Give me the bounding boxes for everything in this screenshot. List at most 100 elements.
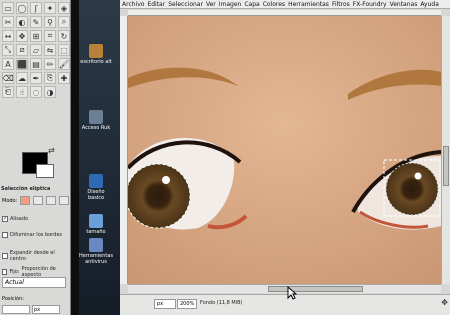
horizontal-scroll-thumb[interactable]	[268, 286, 363, 292]
foreground-select-tool-icon[interactable]: ◐	[16, 16, 28, 28]
align-tool-icon[interactable]: ⊞	[30, 30, 42, 42]
text-tool-icon[interactable]: A	[2, 58, 14, 70]
aspect-current-field[interactable]: Actual	[2, 277, 66, 288]
eraser-tool-icon[interactable]: ⌫	[2, 72, 14, 84]
blur-tool-icon[interactable]: ◌	[30, 86, 42, 98]
mode-intersect-button[interactable]	[59, 196, 70, 205]
smudge-tool-icon[interactable]: ☝	[16, 86, 28, 98]
desktop-icon-label: Herramientas antivirus	[79, 253, 114, 265]
shear-tool-icon[interactable]: ⧄	[16, 44, 28, 56]
color-picker-tool-icon[interactable]: ⚲	[44, 16, 56, 28]
desktop-icon[interactable]: escritorio alt	[79, 44, 113, 65]
vertical-scroll-thumb[interactable]	[443, 146, 449, 186]
menu-item[interactable]: Herramientas	[288, 1, 329, 8]
expand-checkbox[interactable]: Expandir desde el centro	[2, 250, 70, 262]
mode-label: Modo:	[2, 197, 18, 204]
flip-tool-icon[interactable]: ⇋	[44, 44, 56, 56]
desktop-icon[interactable]: tamaño	[79, 214, 113, 235]
right-eye-highlight	[414, 172, 422, 180]
rect-select-tool-icon[interactable]: ▭	[2, 2, 14, 14]
fuzzy-select-tool-icon[interactable]: ✦	[44, 2, 56, 14]
desktop-icon[interactable]: Herramientas antivirus	[79, 238, 113, 265]
desktop-edge	[71, 0, 79, 315]
checkbox-icon	[2, 269, 8, 275]
position-fields: px	[2, 305, 60, 314]
menu-item[interactable]: Archivo	[122, 1, 144, 8]
left-eye-highlight	[162, 176, 170, 184]
menu-item[interactable]: Editar	[147, 1, 165, 8]
scale-tool-icon[interactable]: ⤡	[2, 44, 14, 56]
menu-item[interactable]: Seleccionar	[168, 1, 203, 8]
zoom-select[interactable]: 200%	[177, 299, 197, 309]
crop-tool-icon[interactable]: ⌗	[44, 30, 56, 42]
menu-item[interactable]: Ayuda	[420, 1, 439, 8]
position-label: Posición:	[2, 296, 24, 302]
face-image	[128, 16, 441, 284]
dodge-burn-tool-icon[interactable]: ◑	[44, 86, 56, 98]
free-select-tool-icon[interactable]: ʃ	[30, 2, 42, 14]
tool-grid: ▭ ◯ ʃ ✦ ◈ ✂ ◐ ✎ ⚲ ⌕ ↔ ✥ ⊞ ⌗ ↻ ⤡ ⧄ ▱ ⇋ ⬚ A ⬛ ▤ ✏ 🖌 ⌫ ☁ ✒ ⎘ ✚ ⎗ ☝ ◌ ◑	[2, 2, 70, 98]
menu-bar: Archivo Editar Seleccionar Ver Imagen Capa Col…	[120, 0, 450, 9]
clone-tool-icon[interactable]: ⎘	[44, 72, 56, 84]
menu-item[interactable]: Imagen	[219, 1, 242, 8]
perspective-clone-tool-icon[interactable]: ⎗	[2, 86, 14, 98]
mode-row: Modo:	[2, 196, 70, 205]
desktop-file-icon	[89, 110, 103, 124]
checkbox-checked-icon: ✓	[2, 216, 8, 222]
rotate-tool-icon[interactable]: ↻	[58, 30, 70, 42]
background-color[interactable]	[36, 164, 54, 178]
pencil-tool-icon[interactable]: ✏	[44, 58, 56, 70]
desktop-icon-label: escritorio alt	[80, 59, 112, 65]
paths-tool-icon[interactable]: ✎	[30, 16, 42, 28]
image-canvas[interactable]	[128, 16, 441, 284]
ink-tool-icon[interactable]: ✒	[30, 72, 42, 84]
menu-item[interactable]: Filtros	[332, 1, 350, 8]
scissors-tool-icon[interactable]: ✂	[2, 16, 14, 28]
zoom-tool-icon[interactable]: ⌕	[58, 16, 70, 28]
cage-tool-icon[interactable]: ⬚	[58, 44, 70, 56]
feather-label: Difuminar los bordes	[10, 232, 63, 238]
menu-item[interactable]: Ver	[206, 1, 216, 8]
measure-tool-icon[interactable]: ↔	[2, 30, 14, 42]
heal-tool-icon[interactable]: ✚	[58, 72, 70, 84]
vertical-scrollbar[interactable]	[441, 16, 450, 284]
fixed-label: Fijo:	[9, 269, 20, 275]
feather-checkbox[interactable]: Difuminar los bordes	[2, 232, 62, 238]
desktop-icon[interactable]: Diseño basico	[79, 174, 113, 201]
ellipse-select-tool-icon[interactable]: ◯	[16, 2, 28, 14]
menu-item[interactable]: Colores	[263, 1, 285, 8]
paintbrush-tool-icon[interactable]: 🖌	[58, 58, 70, 70]
swap-colors-icon[interactable]: ⇄	[48, 146, 55, 155]
mode-add-button[interactable]	[33, 196, 44, 205]
desktop-icon[interactable]: Acceso Ruk	[79, 110, 113, 131]
horizontal-scrollbar[interactable]	[128, 284, 441, 293]
desktop-file-icon	[89, 214, 103, 228]
move-tool-icon[interactable]: ✥	[16, 30, 28, 42]
expand-label: Expandir desde el centro	[9, 250, 55, 262]
mode-replace-button[interactable]	[20, 196, 31, 205]
desktop-icon-label: Acceso Ruk	[81, 125, 111, 131]
position-x-field[interactable]	[2, 305, 30, 314]
menu-item[interactable]: Capa	[244, 1, 259, 8]
perspective-tool-icon[interactable]: ▱	[30, 44, 42, 56]
vertical-ruler	[120, 16, 128, 284]
color-swatches: ⇄	[8, 140, 58, 180]
unit-select[interactable]: px	[154, 299, 176, 309]
toolbox: ▭ ◯ ʃ ✦ ◈ ✂ ◐ ✎ ⚲ ⌕ ↔ ✥ ⊞ ⌗ ↻ ⤡ ⧄ ▱ ⇋ ⬚ A ⬛ ▤ ✏ 🖌 ⌫ ☁ ✒ ⎘ ✚ ⎗ ☝ ◌ ◑ ⇄ Sel…	[0, 0, 71, 315]
menu-item[interactable]: FX-Foundry	[353, 1, 387, 8]
blend-tool-icon[interactable]: ▤	[30, 58, 42, 70]
airbrush-tool-icon[interactable]: ☁	[16, 72, 28, 84]
mode-subtract-button[interactable]	[46, 196, 57, 205]
tool-options-title: Selección elíptica	[1, 186, 51, 192]
position-unit-select[interactable]: px	[32, 305, 60, 314]
antialias-checkbox[interactable]: ✓ Alisado	[2, 216, 28, 222]
status-bar: px 200% Fondo (11,8 MiB) ✥	[120, 294, 450, 315]
color-select-tool-icon[interactable]: ◈	[58, 2, 70, 14]
desktop-background: escritorio alt Acceso Ruk Diseño basico tam…	[71, 0, 120, 315]
image-window: Archivo Editar Seleccionar Ver Imagen Capa Col…	[120, 0, 450, 315]
menu-item[interactable]: Ventanas	[390, 1, 418, 8]
navigate-icon[interactable]: ✥	[441, 298, 448, 307]
mouse-cursor-icon	[287, 286, 297, 300]
desktop-file-icon	[89, 174, 103, 188]
bucket-fill-tool-icon[interactable]: ⬛	[16, 58, 28, 70]
